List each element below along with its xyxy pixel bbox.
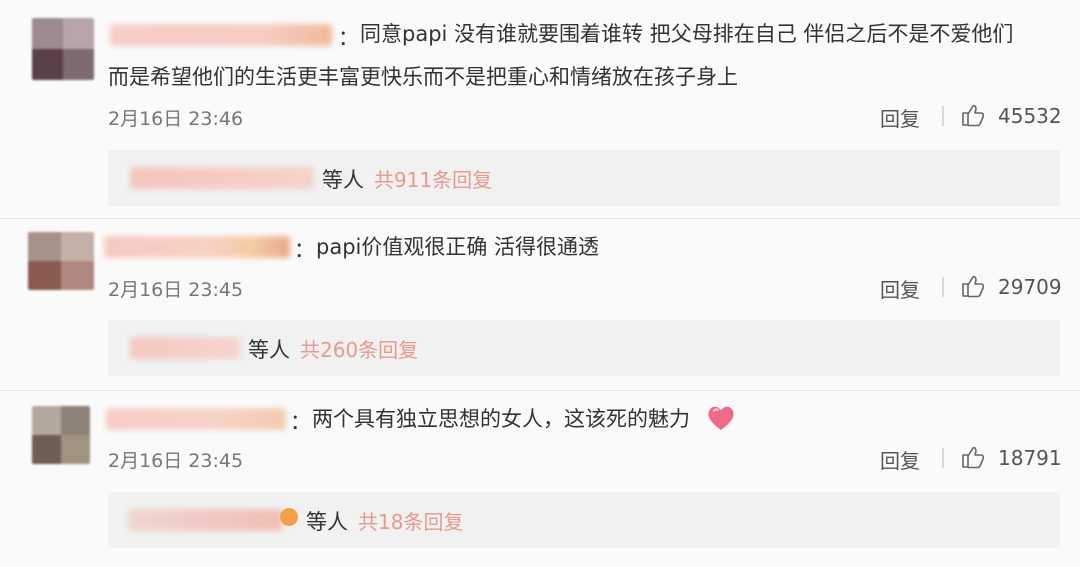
sub-replies-box[interactable]: 等人 共260条回复 (108, 320, 1060, 376)
username-blurred[interactable] (106, 408, 286, 430)
reply-button[interactable]: 回复 (880, 445, 920, 474)
thumbs-up-icon[interactable] (960, 273, 986, 299)
sub-replies-box[interactable]: 等人 共911条回复 (108, 150, 1060, 206)
avatar[interactable] (28, 232, 94, 290)
divider (0, 390, 1080, 391)
comment-text-line1: 同意papi 没有谁就要围着谁转 把父母排在自己 伴侣之后不是不爱他们 (360, 22, 1014, 46)
reply-count-link[interactable]: 共18条回复 (358, 506, 463, 535)
colon: ： (290, 410, 311, 434)
sub-replies-box[interactable]: 等人 共18条回复 (108, 492, 1060, 548)
reply-users-blurred (130, 337, 240, 359)
reply-people-label: 等人 (248, 338, 290, 362)
separator (942, 106, 944, 126)
colon: ： (338, 26, 359, 50)
reply-users-blurred (128, 509, 282, 531)
heart-emoji-icon (708, 406, 734, 430)
reply-button[interactable]: 回复 (880, 103, 920, 132)
thumbs-up-icon[interactable] (960, 102, 986, 128)
divider (0, 218, 1080, 219)
reply-button[interactable]: 回复 (880, 274, 920, 303)
username-blurred[interactable] (110, 24, 332, 46)
thumbs-up-icon[interactable] (960, 444, 986, 470)
colon: ： (294, 238, 315, 262)
comment-text-line2: 而是希望他们的生活更丰富更快乐而不是把重心和情绪放在孩子身上 (108, 65, 738, 89)
reply-people-label: 等人 (306, 510, 348, 534)
comment-text-line1: 两个具有独立思想的女人，这该死的魅力 (312, 407, 690, 431)
username-blurred[interactable] (104, 236, 290, 258)
avatar[interactable] (32, 18, 94, 80)
reply-emoji-icon (280, 508, 298, 526)
reply-count-link[interactable]: 共260条回复 (300, 334, 418, 363)
avatar[interactable] (32, 406, 90, 464)
reply-people-label: 等人 (322, 168, 364, 192)
separator (942, 448, 944, 468)
comment-time: 2月16日 23:45 (108, 279, 244, 301)
like-count: 29709 (998, 275, 1062, 299)
like-count: 45532 (998, 104, 1062, 128)
like-count: 18791 (998, 446, 1062, 470)
comment-time: 2月16日 23:46 (108, 108, 244, 130)
comment-text-line1: papi价值观很正确 活得很通透 (316, 235, 600, 259)
separator (942, 277, 944, 297)
reply-users-blurred (130, 167, 314, 189)
reply-count-link[interactable]: 共911条回复 (374, 164, 492, 193)
comment-time: 2月16日 23:45 (108, 450, 244, 472)
